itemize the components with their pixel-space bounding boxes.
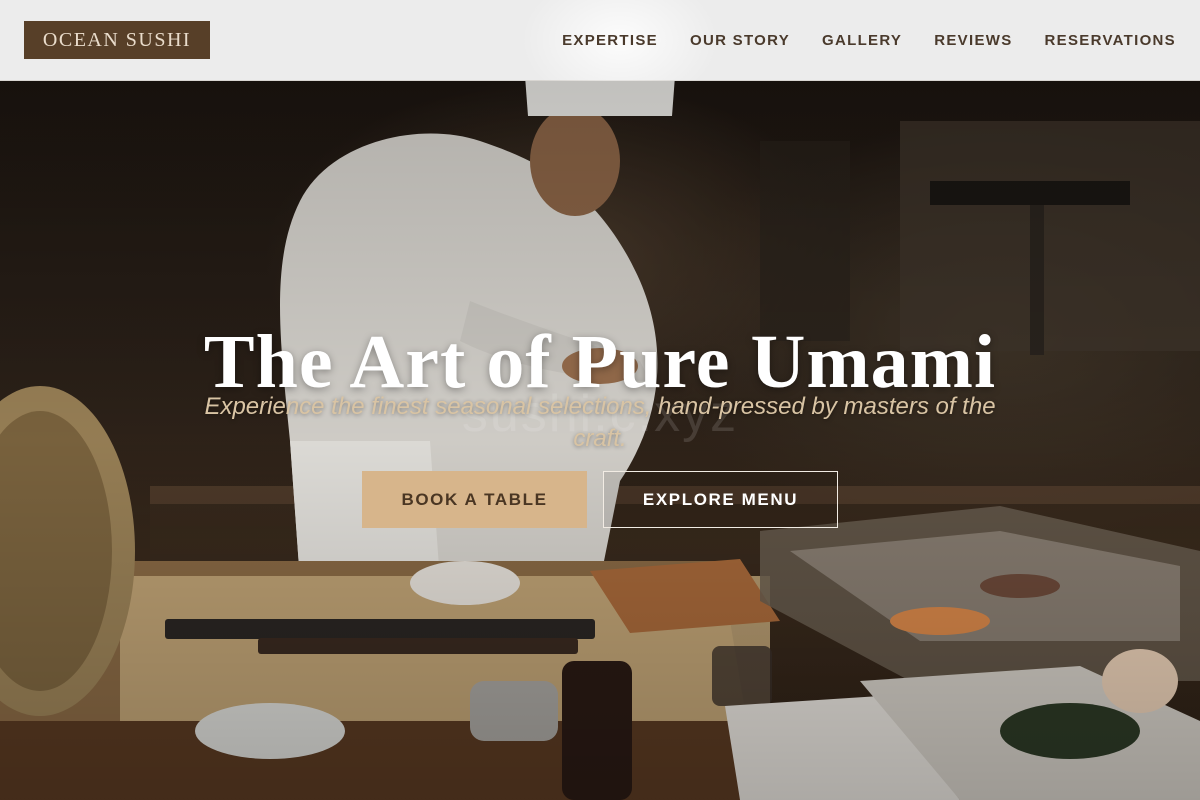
site-header: OCEAN SUSHI EXPERTISE OUR STORY GALLERY …: [0, 0, 1200, 110]
book-table-button[interactable]: BOOK A TABLE: [362, 471, 587, 528]
nav-item-our-story[interactable]: OUR STORY: [690, 32, 790, 49]
explore-menu-button[interactable]: EXPLORE MENU: [603, 471, 838, 528]
nav-item-reservations[interactable]: RESERVATIONS: [1045, 32, 1176, 49]
nav-item-reviews[interactable]: REVIEWS: [934, 32, 1012, 49]
nav-item-expertise[interactable]: EXPERTISE: [562, 32, 658, 49]
nav-item-gallery[interactable]: GALLERY: [822, 32, 902, 49]
brand-logo[interactable]: OCEAN SUSHI: [24, 21, 210, 59]
hero-subtitle: Experience the finest seasonal selection…: [204, 393, 996, 452]
main-nav: EXPERTISE OUR STORY GALLERY REVIEWS RESE…: [562, 0, 1176, 81]
